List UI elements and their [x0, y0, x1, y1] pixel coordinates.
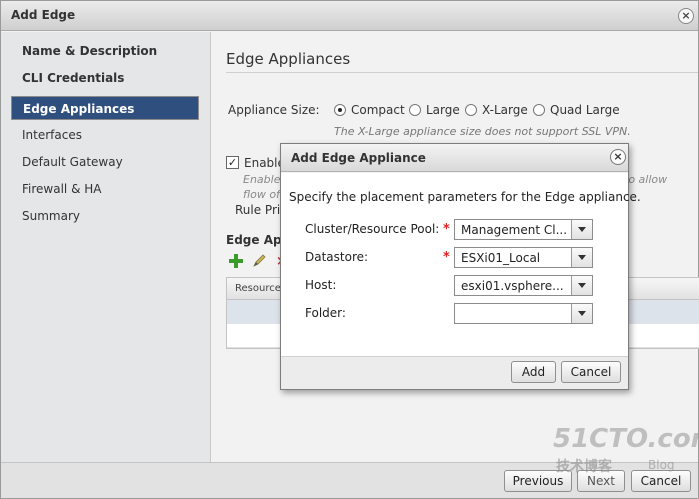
rule-priority-label: Rule Pri — [235, 203, 281, 217]
radio-compact-label[interactable]: Compact — [351, 103, 405, 117]
enable-checkbox[interactable]: ✓ — [226, 156, 239, 169]
close-icon[interactable]: × — [678, 8, 694, 24]
appliance-size-note: The X-Large appliance size does not supp… — [334, 125, 631, 138]
radio-compact[interactable] — [334, 104, 346, 116]
cluster-required-marker: * — [443, 222, 450, 237]
cluster-select[interactable]: Management Cl... — [454, 219, 593, 240]
pencil-icon[interactable] — [252, 253, 267, 268]
enable-hint-line2: flow of — [243, 188, 280, 201]
title-divider — [226, 72, 698, 73]
dialog-cancel-button[interactable]: Cancel — [561, 361, 621, 383]
radio-x-large[interactable] — [465, 104, 477, 116]
host-select[interactable]: esxi01.vsphere... — [454, 275, 593, 296]
datastore-select-value: ESXi01_Local — [461, 251, 541, 265]
folder-select[interactable] — [454, 303, 593, 324]
add-edge-appliance-dialog: Add Edge Appliance × Specify the placeme… — [280, 143, 641, 390]
nav-item-summary[interactable]: Summary — [22, 209, 80, 223]
radio-quad-large-label[interactable]: Quad Large — [550, 103, 620, 117]
window-title: Add Edge — [11, 8, 76, 22]
folder-label: Folder: — [305, 306, 346, 320]
datastore-select[interactable]: ESXi01_Local — [454, 247, 593, 268]
watermark-site: 51CTO.com — [553, 424, 699, 454]
dialog-add-button[interactable]: Add — [511, 361, 556, 383]
nav-item-firewall-ha[interactable]: Firewall & HA — [22, 182, 101, 196]
nav-item-cli-credentials[interactable]: CLI Credentials — [22, 71, 124, 85]
chevron-down-icon[interactable] — [571, 304, 592, 323]
add-icon[interactable] — [229, 254, 243, 268]
nav-item-default-gateway[interactable]: Default Gateway — [22, 155, 123, 169]
radio-large-label[interactable]: Large — [426, 103, 460, 117]
page-title: Edge Appliances — [226, 50, 351, 68]
host-select-value: esxi01.vsphere... — [461, 279, 564, 293]
cancel-button[interactable]: Cancel — [631, 470, 691, 492]
chevron-down-icon[interactable] — [571, 248, 592, 267]
grid-header-resource[interactable]: Resource — [235, 283, 281, 294]
cluster-select-value: Management Cl... — [461, 223, 568, 237]
watermark-blog: Blog — [648, 458, 675, 472]
wizard-nav: Name & Description CLI Credentials Edge … — [1, 32, 211, 462]
datastore-required-marker: * — [443, 250, 450, 265]
radio-x-large-label[interactable]: X-Large — [482, 103, 528, 117]
watermark-line2: 技术博客 — [556, 459, 612, 475]
dialog-body: Specify the placement parameters for the… — [281, 173, 641, 356]
nav-item-interfaces[interactable]: Interfaces — [22, 128, 82, 142]
appliance-size-label: Appliance Size: — [228, 103, 320, 117]
window-title-bar: Add Edge × — [1, 1, 698, 31]
dialog-title: Add Edge Appliance — [291, 151, 426, 165]
chevron-down-icon[interactable] — [571, 276, 592, 295]
enable-checkbox-label: Enable — [244, 156, 285, 170]
dialog-footer: Add Cancel — [281, 356, 628, 389]
enable-hint-right: to allow — [624, 173, 668, 186]
enable-hint-line1: Enable — [243, 173, 281, 186]
cluster-label: Cluster/Resource Pool: — [305, 222, 440, 236]
dialog-close-icon[interactable]: × — [610, 149, 626, 165]
dialog-title-bar: Add Edge Appliance × — [281, 144, 628, 172]
radio-large[interactable] — [409, 104, 421, 116]
datastore-label: Datastore: — [305, 250, 369, 264]
dialog-description: Specify the placement parameters for the… — [289, 190, 641, 204]
radio-quad-large[interactable] — [533, 104, 545, 116]
nav-item-name-description[interactable]: Name & Description — [22, 44, 157, 58]
host-label: Host: — [305, 278, 337, 292]
nav-item-edge-appliances[interactable]: Edge Appliances — [11, 96, 199, 120]
chevron-down-icon[interactable] — [571, 220, 592, 239]
